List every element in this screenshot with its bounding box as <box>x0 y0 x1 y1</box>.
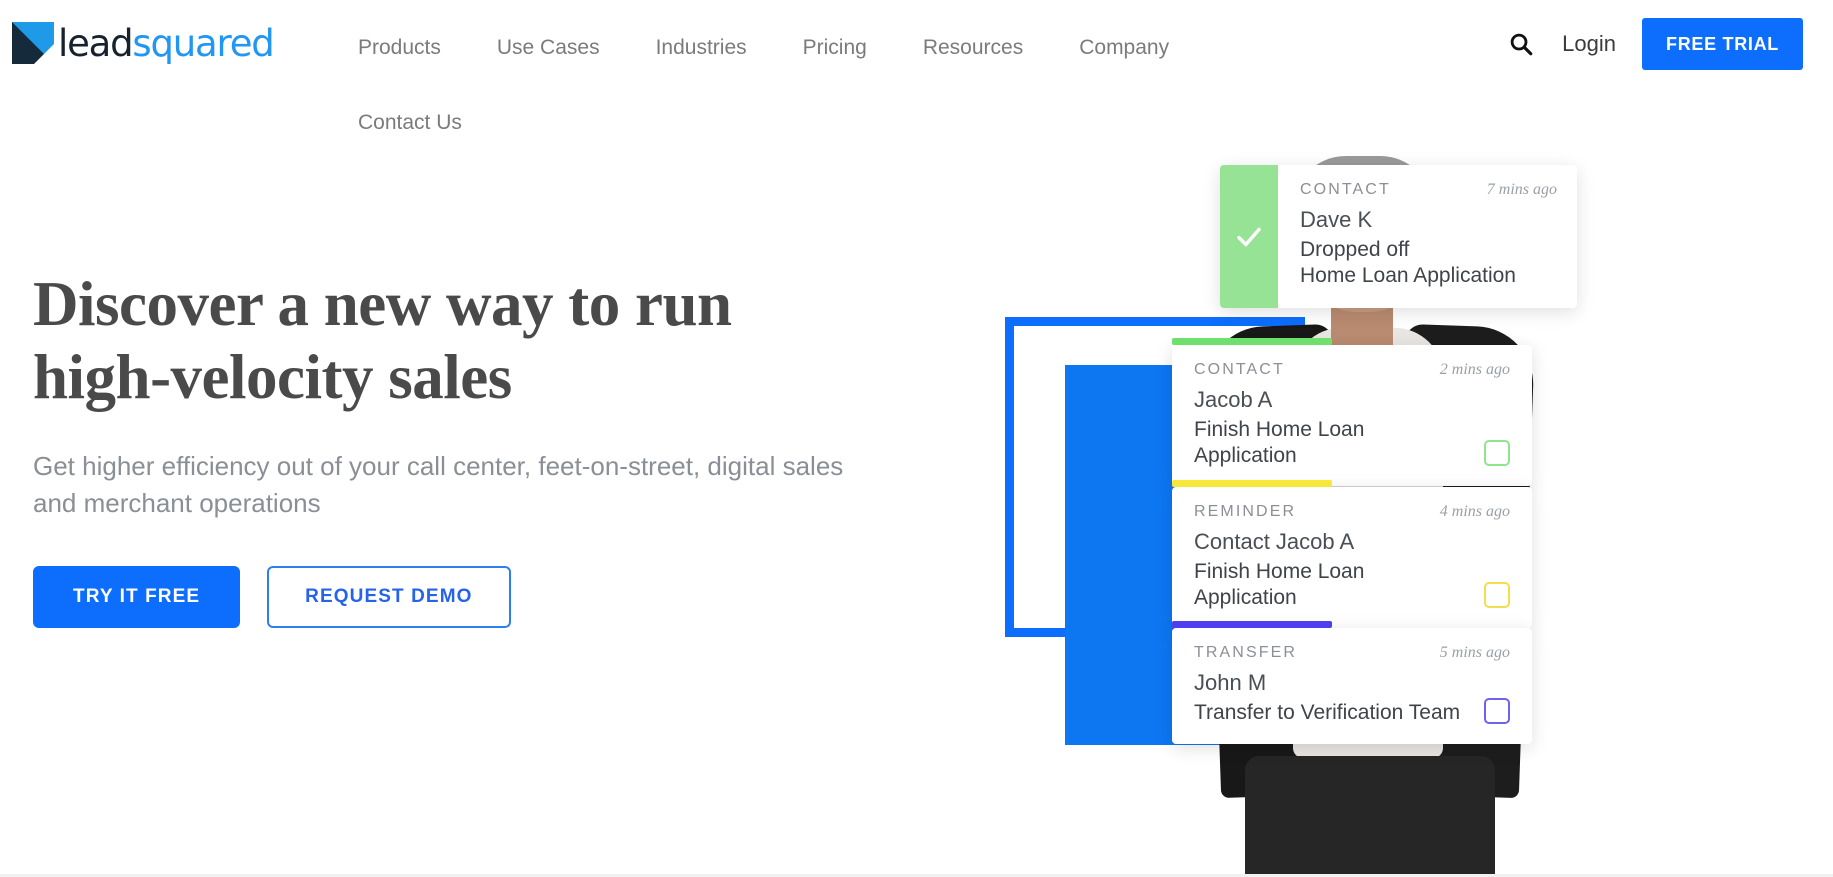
notification-contact-name: Dave K <box>1300 207 1373 232</box>
notification-timestamp: 4 mins ago <box>1439 503 1510 520</box>
card-accent-bar <box>1172 338 1332 345</box>
notification-description: Finish Home Loan Application <box>1194 418 1365 467</box>
hero-subheadline: Get higher efficiency out of your call c… <box>33 451 844 519</box>
notification-timestamp: 5 mins ago <box>1439 644 1510 661</box>
notification-description-line1: Dropped off <box>1300 238 1410 261</box>
logo-word-lead: lead <box>58 21 134 65</box>
notification-cards: CONTACT 7 mins ago Dave K Dropped off Ho… <box>960 150 1833 877</box>
notification-card-reminder[interactable]: REMINDER 4 mins ago Contact Jacob A Fini… <box>1172 480 1532 629</box>
notification-contact-name: John M <box>1194 670 1267 695</box>
search-icon <box>1510 33 1533 56</box>
task-checkbox[interactable] <box>1484 582 1510 609</box>
hero-visual: CONTACT 7 mins ago Dave K Dropped off Ho… <box>960 150 1833 877</box>
card-accent-bar <box>1172 480 1332 487</box>
free-trial-button[interactable]: FREE TRIAL <box>1642 18 1803 70</box>
logo[interactable]: leadsquared <box>12 20 275 66</box>
landing-page: leadsquared Products Use Cases Industrie… <box>0 0 1833 877</box>
main-navigation: Products Use Cases Industries Pricing Re… <box>330 26 1490 145</box>
leadsquared-logo-mark-icon <box>12 22 54 64</box>
try-it-free-button[interactable]: TRY IT FREE <box>33 565 241 628</box>
notification-card-contact-jacob[interactable]: CONTACT 2 mins ago Jacob A Finish Home L… <box>1172 338 1532 487</box>
notification-card-transfer[interactable]: TRANSFER 5 mins ago John M Transfer to V… <box>1172 621 1532 744</box>
task-checkbox[interactable] <box>1484 697 1510 724</box>
task-checkbox[interactable] <box>1484 440 1510 467</box>
header-actions: Login FREE TRIAL <box>1506 18 1803 70</box>
notification-description: Transfer to Verification Team <box>1194 701 1461 724</box>
request-demo-button[interactable]: REQUEST DEMO <box>267 565 511 628</box>
login-link[interactable]: Login <box>1562 31 1616 57</box>
nav-item-contact-us[interactable]: Contact Us <box>330 101 490 145</box>
notification-contact-name: Jacob A <box>1194 387 1273 412</box>
notification-category: TRANSFER <box>1194 644 1298 661</box>
nav-item-company[interactable]: Company <box>1051 26 1197 70</box>
hero-headline: Discover a new way to run high-velocity … <box>33 269 732 413</box>
nav-line-break <box>330 70 1490 101</box>
completed-indicator <box>1220 165 1278 309</box>
nav-item-use-cases[interactable]: Use Cases <box>469 26 628 70</box>
notification-timestamp: 2 mins ago <box>1439 361 1510 378</box>
card-accent-bar <box>1172 621 1332 628</box>
nav-item-pricing[interactable]: Pricing <box>775 26 895 70</box>
notification-category: CONTACT <box>1300 181 1391 198</box>
site-header: leadsquared Products Use Cases Industrie… <box>0 0 1833 150</box>
hero-cta-group: TRY IT FREE REQUEST DEMO <box>33 565 893 628</box>
nav-item-industries[interactable]: Industries <box>628 26 775 70</box>
notification-description-line2: Home Loan Application <box>1300 263 1516 287</box>
logo-wordmark: leadsquared <box>58 21 275 65</box>
hero-section: Discover a new way to run high-velocity … <box>33 268 893 628</box>
notification-timestamp: 7 mins ago <box>1486 181 1557 198</box>
notification-category: CONTACT <box>1194 361 1285 378</box>
nav-item-products[interactable]: Products <box>330 26 469 70</box>
nav-item-resources[interactable]: Resources <box>895 26 1051 70</box>
logo-word-squared: squared <box>132 21 274 65</box>
notification-description: Finish Home Loan Application <box>1194 560 1365 609</box>
notification-category: REMINDER <box>1194 503 1297 520</box>
notification-card-contact-dave[interactable]: CONTACT 7 mins ago Dave K Dropped off Ho… <box>1220 165 1577 309</box>
search-button[interactable] <box>1506 29 1536 59</box>
check-icon <box>1237 227 1261 246</box>
notification-contact-name: Contact Jacob A <box>1194 529 1355 554</box>
